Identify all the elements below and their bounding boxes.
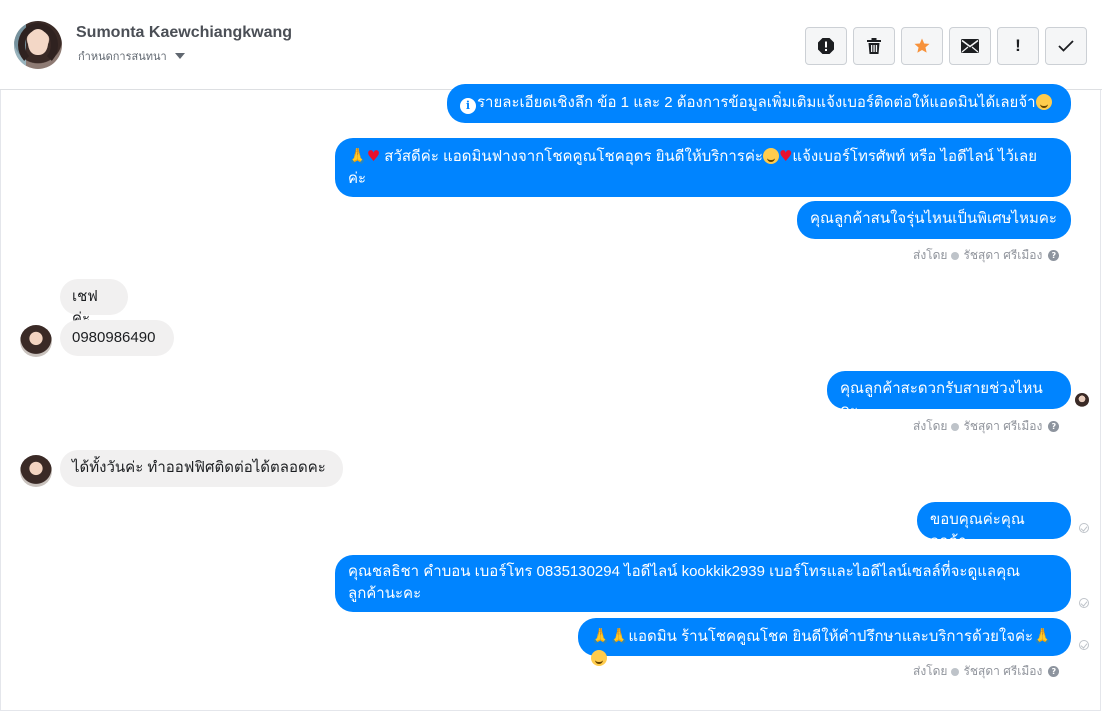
heart-icon: ♥: [366, 147, 381, 165]
outgoing-message[interactable]: 🙏🙏แอดมิน ร้านโชคคูณโชค ยินดีให้คำปรึกษาแ…: [578, 618, 1071, 666]
mark-spam-button[interactable]: [805, 27, 847, 65]
sent-by-label: ส่งโดย รัชสุดา ศรีเมือง ?: [913, 246, 1060, 265]
outgoing-message[interactable]: คุณชลธิชา คำบอน เบอร์โทร 0835130294 ไอดี…: [335, 555, 1071, 612]
mark-unread-button[interactable]: [949, 27, 991, 65]
sent-by-prefix: ส่งโดย: [913, 248, 948, 262]
contact-avatar[interactable]: [14, 21, 62, 69]
alert-circle-icon: [818, 38, 834, 54]
sent-check-icon: [1079, 598, 1089, 608]
sent-by-label: ส่งโดย รัชสุดา ศรีเมือง ?: [913, 662, 1060, 681]
outgoing-message[interactable]: คุณลูกค้าสะดวกรับสายช่วงไหนคะ: [827, 371, 1071, 419]
outgoing-message[interactable]: i รายละเอียดเชิงลึก ข้อ 1 และ 2 ต้องการข้…: [447, 84, 1071, 123]
outgoing-message[interactable]: ขอบคุณค่ะคุณลูกค้า: [917, 502, 1071, 550]
heart-icon: ♥: [778, 147, 793, 165]
message-text: ลูกค้านะคะ: [348, 585, 422, 602]
exclamation-icon: !: [1015, 36, 1021, 55]
conversation-toolbar: !: [805, 27, 1087, 65]
message-text: รายละเอียดเชิงลึก ข้อ 1 และ 2 ต้องการข้อ…: [477, 94, 1036, 111]
delete-button[interactable]: [853, 27, 895, 65]
pray-icon: 🙏🙏: [591, 627, 629, 645]
contact-avatar-small[interactable]: [20, 325, 52, 357]
contact-avatar-small[interactable]: [20, 455, 52, 487]
emoji-icon: [591, 650, 607, 666]
trash-icon: [867, 38, 881, 54]
help-icon[interactable]: ?: [1048, 666, 1060, 677]
mark-done-button[interactable]: [1045, 27, 1087, 65]
conversation-header: Sumonta Kaewchiangkwang กำหนดการสนทนา !: [0, 0, 1102, 90]
star-button[interactable]: [901, 27, 943, 65]
message-text: สวัสดีค่ะ แอดมินฟางจากโชคคูณโชคอุดร ยินด…: [380, 148, 763, 165]
envelope-icon: [961, 39, 979, 53]
sent-by-agent[interactable]: รัชสุดา ศรีเมือง: [963, 662, 1042, 681]
sent-check-icon: [1079, 640, 1089, 650]
message-text: คุณลูกค้าสนใจรุ่นไหนเป็นพิเศษไหมคะ: [810, 210, 1057, 227]
incoming-message[interactable]: เชฟค่ะ: [60, 279, 128, 327]
agent-avatar-icon: [951, 422, 960, 431]
message-text: คุณชลธิชา คำบอน เบอร์โทร 0835130294 ไอดี…: [348, 563, 1021, 580]
sent-by-prefix: ส่งโดย: [913, 664, 948, 678]
sent-by-prefix: ส่งโดย: [913, 419, 948, 433]
read-receipt-avatar: [1075, 393, 1089, 407]
emoji-icon: [1035, 94, 1052, 110]
sent-by-agent[interactable]: รัชสุดา ศรีเมือง: [963, 246, 1042, 265]
sent-by-label: ส่งโดย รัชสุดา ศรีเมือง ?: [913, 417, 1060, 436]
message-text: ค่ะ: [348, 170, 367, 187]
agent-avatar-icon: [951, 251, 960, 260]
message-text: แจ้งเบอร์โทรศัพท์ หรือ ไอดีไลน์ ไว้เลย: [792, 148, 1038, 165]
emoji-icon: [762, 148, 779, 164]
incoming-message[interactable]: ได้ทั้งวันค่ะ ทำออฟฟิศติดต่อได้ตลอดคะ: [60, 450, 343, 487]
contact-name[interactable]: Sumonta Kaewchiangkwang: [76, 24, 292, 42]
assign-conversation-dropdown[interactable]: กำหนดการสนทนา: [78, 47, 185, 65]
agent-avatar-icon: [951, 667, 960, 676]
outgoing-message[interactable]: 🙏♥ สวัสดีค่ะ แอดมินฟางจากโชคคูณโชคอุดร ย…: [335, 138, 1071, 197]
caret-down-icon: [174, 53, 185, 59]
checkmark-icon: [1058, 40, 1074, 52]
message-text: 0980986490: [72, 329, 156, 346]
info-icon: i: [460, 98, 476, 114]
incoming-message[interactable]: 0980986490: [60, 320, 174, 356]
sent-check-icon: [1079, 523, 1089, 533]
message-text: ได้ทั้งวันค่ะ ทำออฟฟิศติดต่อได้ตลอดคะ: [72, 459, 326, 476]
star-icon: [914, 38, 930, 53]
help-icon[interactable]: ?: [1048, 250, 1060, 261]
assign-label: กำหนดการสนทนา: [78, 50, 167, 63]
help-icon[interactable]: ?: [1048, 421, 1060, 432]
outgoing-message[interactable]: คุณลูกค้าสนใจรุ่นไหนเป็นพิเศษไหมคะ: [797, 201, 1071, 239]
sent-by-agent[interactable]: รัชสุดา ศรีเมือง: [963, 417, 1042, 436]
follow-up-button[interactable]: !: [997, 27, 1039, 65]
pray-icon: 🙏: [348, 147, 367, 165]
pray-icon: 🙏: [1033, 627, 1052, 645]
message-text: แอดมิน ร้านโชคคูณโชค ยินดีให้คำปรึกษาและ…: [628, 628, 1034, 645]
